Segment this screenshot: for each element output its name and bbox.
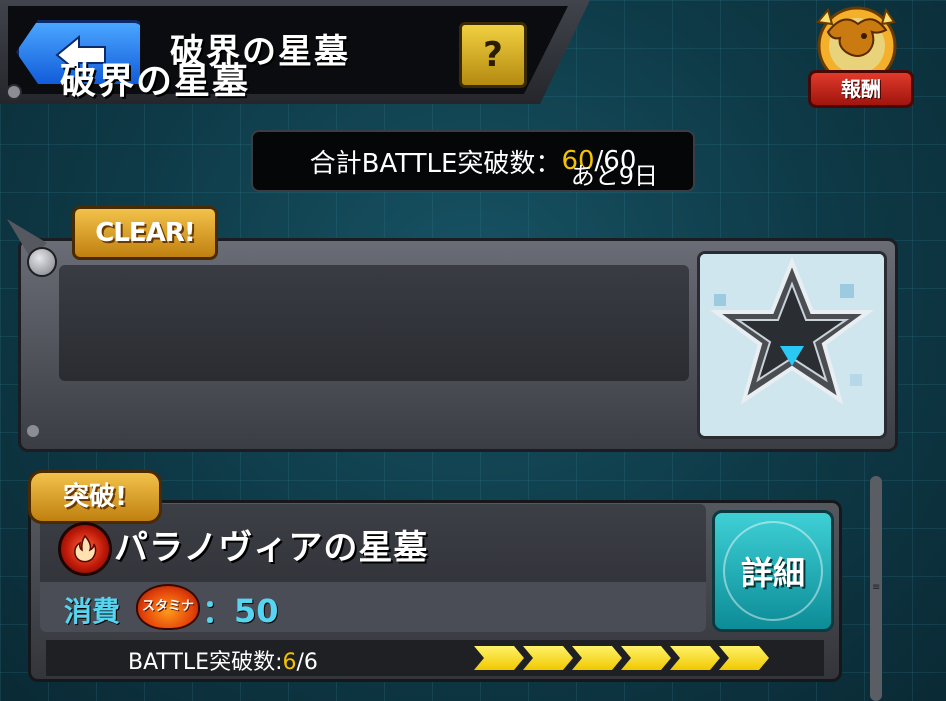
stamina-cost-value: ：50 <box>202 592 279 630</box>
star-crystal-icon <box>700 254 884 436</box>
progress-chevron <box>621 646 671 670</box>
total-battle-prefix: 合計BATTLE突破数： <box>309 148 562 179</box>
help-button[interactable]: ? <box>459 22 527 88</box>
event-image[interactable] <box>697 251 887 439</box>
scroll-grip-icon[interactable]: ≡ <box>872 582 880 606</box>
breakthrough-badge: 突破! <box>28 470 162 524</box>
reward-button[interactable]: 報酬 <box>808 70 914 108</box>
progress-chevron <box>474 646 524 670</box>
stamina-cost-label: 消費 <box>64 595 121 628</box>
quest-title: パラノヴィアの星墓 <box>114 528 429 568</box>
header-rivet <box>6 84 22 100</box>
battle-progress-chevrons <box>474 646 769 670</box>
progress-chevron <box>670 646 720 670</box>
event-rivet <box>27 247 57 277</box>
stamina-icon: スタミナ <box>136 584 200 630</box>
progress-chevron <box>719 646 769 670</box>
fire-element-icon <box>58 522 112 576</box>
clear-badge: CLEAR! <box>72 206 218 260</box>
event-remaining-days: あと9日 <box>570 162 658 190</box>
battle-count-current: 6 <box>282 650 297 675</box>
progress-chevron <box>572 646 622 670</box>
battle-count-total: /6 <box>296 650 318 675</box>
detail-button[interactable]: 詳細 <box>712 510 834 632</box>
event-title-panel <box>59 265 689 381</box>
battle-count-label: BATTLE突破数: <box>128 650 283 675</box>
event-rivet-small <box>27 425 39 437</box>
detail-button-label: 詳細 <box>740 554 805 592</box>
progress-chevron <box>523 646 573 670</box>
battle-count: BATTLE突破数:6/6 <box>128 644 318 676</box>
event-title: 破界の星墓 <box>60 60 251 102</box>
